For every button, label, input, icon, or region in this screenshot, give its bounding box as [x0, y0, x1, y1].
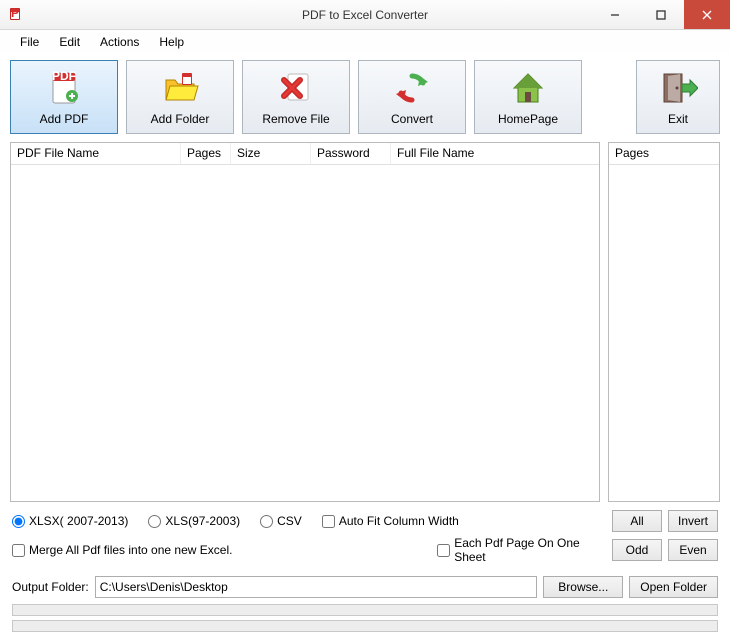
col-password[interactable]: Password	[311, 143, 391, 164]
radio-xls-label: XLS(97-2003)	[165, 514, 240, 528]
radio-xls[interactable]: XLS(97-2003)	[148, 514, 240, 528]
menu-file[interactable]: File	[10, 32, 49, 52]
output-row: Output Folder: Browse... Open Folder	[0, 572, 730, 604]
remove-icon	[276, 68, 316, 108]
lists-area: PDF File Name Pages Size Password Full F…	[0, 142, 730, 502]
remove-file-button[interactable]: Remove File	[242, 60, 350, 134]
svg-text:PDF: PDF	[52, 69, 76, 83]
options-row-2: Merge All Pdf files into one new Excel. …	[0, 534, 730, 572]
output-folder-input[interactable]	[95, 576, 538, 598]
home-icon	[508, 68, 548, 108]
remove-file-label: Remove File	[262, 112, 329, 126]
file-list-body	[11, 165, 599, 501]
homepage-label: HomePage	[498, 112, 558, 126]
add-folder-label: Add Folder	[151, 112, 210, 126]
options-row-1: XLSX( 2007-2013) XLS(97-2003) CSV Auto F…	[0, 502, 730, 534]
check-merge-label: Merge All Pdf files into one new Excel.	[29, 543, 232, 557]
file-list[interactable]: PDF File Name Pages Size Password Full F…	[10, 142, 600, 502]
menu-edit[interactable]: Edit	[49, 32, 90, 52]
col-full-file-name[interactable]: Full File Name	[391, 143, 599, 164]
check-autofit-label: Auto Fit Column Width	[339, 514, 459, 528]
radio-xlsx-label: XLSX( 2007-2013)	[29, 514, 128, 528]
exit-icon	[658, 68, 698, 108]
col-size[interactable]: Size	[231, 143, 311, 164]
check-merge-input[interactable]	[12, 544, 25, 557]
radio-csv-label: CSV	[277, 514, 302, 528]
svg-text:P: P	[11, 7, 19, 20]
app-icon: P	[8, 7, 24, 23]
browse-button[interactable]: Browse...	[543, 576, 623, 598]
menu-help[interactable]: Help	[149, 32, 194, 52]
progress-bar-2	[12, 620, 718, 632]
col-side-pages[interactable]: Pages	[609, 143, 719, 164]
add-pdf-label: Add PDF	[40, 112, 89, 126]
progress-area	[0, 604, 730, 638]
open-folder-button[interactable]: Open Folder	[629, 576, 718, 598]
col-pdf-file-name[interactable]: PDF File Name	[11, 143, 181, 164]
progress-bar-1	[12, 604, 718, 616]
window-title: PDF to Excel Converter	[302, 8, 428, 22]
radio-xls-input[interactable]	[148, 515, 161, 528]
radio-xlsx[interactable]: XLSX( 2007-2013)	[12, 514, 128, 528]
check-each-sheet-label: Each Pdf Page On One Sheet	[454, 536, 612, 564]
radio-xlsx-input[interactable]	[12, 515, 25, 528]
convert-button[interactable]: Convert	[358, 60, 466, 134]
output-folder-label: Output Folder:	[12, 580, 89, 594]
window-controls	[592, 0, 730, 29]
exit-label: Exit	[668, 112, 688, 126]
even-button[interactable]: Even	[668, 539, 718, 561]
check-each-sheet[interactable]: Each Pdf Page On One Sheet	[437, 536, 612, 564]
convert-icon	[392, 68, 432, 108]
menu-actions[interactable]: Actions	[90, 32, 149, 52]
close-button[interactable]	[684, 0, 730, 29]
pages-list-header: Pages	[609, 143, 719, 165]
titlebar: P PDF to Excel Converter	[0, 0, 730, 30]
all-button[interactable]: All	[612, 510, 662, 532]
radio-csv-input[interactable]	[260, 515, 273, 528]
exit-button[interactable]: Exit	[636, 60, 720, 134]
minimize-button[interactable]	[592, 0, 638, 29]
toolbar-spacer	[590, 60, 628, 134]
folder-icon	[160, 68, 200, 108]
check-autofit[interactable]: Auto Fit Column Width	[322, 514, 459, 528]
homepage-button[interactable]: HomePage	[474, 60, 582, 134]
pdf-file-icon: PDF	[44, 68, 84, 108]
pages-list[interactable]: Pages	[608, 142, 720, 502]
invert-button[interactable]: Invert	[668, 510, 718, 532]
maximize-button[interactable]	[638, 0, 684, 29]
check-each-sheet-input[interactable]	[437, 544, 450, 557]
file-list-header: PDF File Name Pages Size Password Full F…	[11, 143, 599, 165]
add-pdf-button[interactable]: PDF Add PDF	[10, 60, 118, 134]
convert-label: Convert	[391, 112, 433, 126]
radio-csv[interactable]: CSV	[260, 514, 302, 528]
toolbar: PDF Add PDF Add Folder Remove File Conve…	[0, 54, 730, 142]
col-pages[interactable]: Pages	[181, 143, 231, 164]
odd-button[interactable]: Odd	[612, 539, 662, 561]
add-folder-button[interactable]: Add Folder	[126, 60, 234, 134]
menubar: File Edit Actions Help	[0, 30, 730, 54]
check-autofit-input[interactable]	[322, 515, 335, 528]
pages-list-body	[609, 165, 719, 501]
check-merge[interactable]: Merge All Pdf files into one new Excel.	[12, 543, 436, 557]
